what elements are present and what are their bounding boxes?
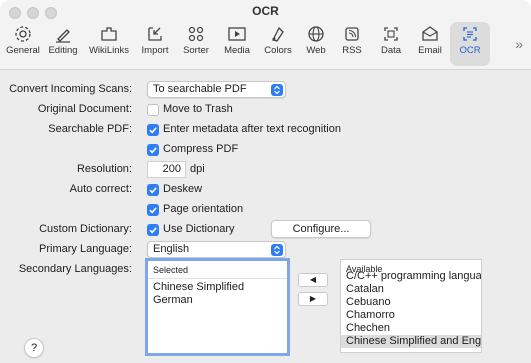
page-orientation-checkbox[interactable] [147, 204, 159, 216]
puzzle-icon [101, 27, 117, 41]
chevron-updown-icon [271, 84, 283, 96]
list-item[interactable]: C/C++ programming language [341, 270, 481, 283]
help-button[interactable]: ? [24, 338, 44, 358]
arrow-right-icon: ▶ [309, 294, 317, 303]
searchable-pdf-label: Searchable PDF: [48, 123, 132, 135]
tab-colors[interactable]: Colors [258, 22, 298, 66]
compress-pdf-label: Compress PDF [163, 143, 239, 155]
chevron-updown-icon [271, 244, 283, 256]
tab-ocr-label: OCR [459, 45, 481, 56]
tab-web-label: Web [306, 45, 326, 56]
preferences-window: OCR General Editing WikiLinks Import Sor… [0, 0, 531, 363]
available-languages-list[interactable]: Available C/C++ programming language Cat… [340, 259, 482, 353]
checkmark-icon [149, 227, 157, 234]
move-right-button[interactable]: ▶ [298, 292, 328, 306]
tab-rss[interactable]: RSS [336, 22, 368, 66]
compress-pdf-checkbox[interactable] [147, 144, 159, 156]
tab-import-label: Import [141, 45, 169, 56]
resolution-input[interactable]: 200 [147, 161, 186, 178]
enter-metadata-checkbox[interactable] [147, 124, 159, 136]
move-to-trash-checkbox[interactable] [147, 104, 159, 116]
tab-wikilinks-label: WikiLinks [88, 45, 130, 56]
auto-correct-label: Auto correct: [69, 183, 132, 195]
data-icon [384, 27, 398, 41]
checkmark-icon [149, 127, 157, 134]
title-bar: OCR General Editing WikiLinks Import Sor… [0, 0, 531, 70]
rss-icon [345, 27, 359, 41]
tab-import[interactable]: Import [136, 22, 174, 66]
tab-wikilinks[interactable]: WikiLinks [84, 22, 134, 66]
tab-media[interactable]: Media [218, 22, 256, 66]
use-dictionary-checkbox[interactable] [147, 224, 159, 236]
tab-data[interactable]: Data [374, 22, 408, 66]
tab-email[interactable]: Email [412, 22, 448, 66]
list-item[interactable]: Chinese Simplified [148, 281, 287, 294]
move-left-button[interactable]: ◀ [298, 273, 328, 287]
resolution-unit: dpi [190, 163, 205, 175]
original-document-label: Original Document: [37, 103, 132, 115]
tab-email-label: Email [418, 45, 442, 56]
globe-icon [308, 26, 324, 42]
tab-sorter[interactable]: Sorter [176, 22, 216, 66]
deskew-checkbox[interactable] [147, 184, 159, 196]
secondary-languages-label: Secondary Languages: [18, 263, 132, 275]
arrow-left-icon: ◀ [309, 275, 317, 284]
tab-data-label: Data [380, 45, 402, 56]
toolbar-overflow-button[interactable]: » [515, 36, 523, 52]
tab-general-label: General [6, 45, 40, 56]
tab-editing[interactable]: Editing [44, 22, 82, 66]
tab-rss-label: RSS [342, 45, 362, 56]
list-item[interactable]: Chechen [341, 322, 481, 335]
resolution-label: Resolution: [76, 163, 132, 175]
list-item[interactable]: German [148, 294, 287, 307]
tab-editing-label: Editing [48, 45, 78, 56]
primary-language-value: English [153, 243, 190, 255]
tab-general[interactable]: General [4, 22, 42, 66]
email-icon [422, 26, 438, 41]
tab-colors-label: Colors [264, 45, 292, 56]
window-title: OCR [252, 4, 279, 18]
colors-icon [272, 26, 284, 42]
checkmark-icon [149, 207, 157, 214]
list-item[interactable]: Cebuano [341, 296, 481, 309]
convert-scans-label: Convert Incoming Scans: [9, 83, 132, 95]
import-icon [148, 27, 162, 41]
list-item[interactable]: Chamorro [341, 309, 481, 322]
page-orientation-label: Page orientation [163, 203, 244, 215]
checkmark-icon [149, 187, 157, 194]
enter-metadata-label: Enter metadata after text recognition [163, 123, 341, 135]
ocr-icon [463, 27, 477, 41]
pen-icon [56, 29, 70, 43]
tab-sorter-label: Sorter [183, 45, 209, 56]
convert-scans-value: To searchable PDF [153, 83, 247, 95]
tab-web[interactable]: Web [300, 22, 332, 66]
sorter-icon [188, 26, 204, 42]
checkmark-icon [149, 147, 157, 154]
selected-list-header: Selected [148, 261, 287, 279]
list-item[interactable]: Chinese Simplified and Engli... [341, 335, 481, 348]
custom-dictionary-label: Custom Dictionary: [39, 223, 132, 235]
use-dictionary-label: Use Dictionary [163, 223, 235, 235]
tab-ocr[interactable]: OCR [450, 22, 490, 66]
configure-button[interactable]: Configure... [271, 220, 371, 238]
media-icon [228, 27, 246, 41]
convert-scans-popup[interactable]: To searchable PDF [147, 81, 286, 98]
selected-languages-list[interactable]: Selected Chinese Simplified German [145, 258, 290, 356]
deskew-label: Deskew [163, 183, 203, 195]
primary-language-label: Primary Language: [39, 243, 132, 255]
list-item[interactable]: Catalan [341, 283, 481, 296]
primary-language-popup[interactable]: English [147, 241, 286, 258]
move-to-trash-label: Move to Trash [163, 103, 233, 115]
tab-media-label: Media [224, 45, 250, 56]
gear-icon [15, 26, 31, 42]
ocr-settings-pane: Convert Incoming Scans: To searchable PD… [0, 71, 531, 363]
